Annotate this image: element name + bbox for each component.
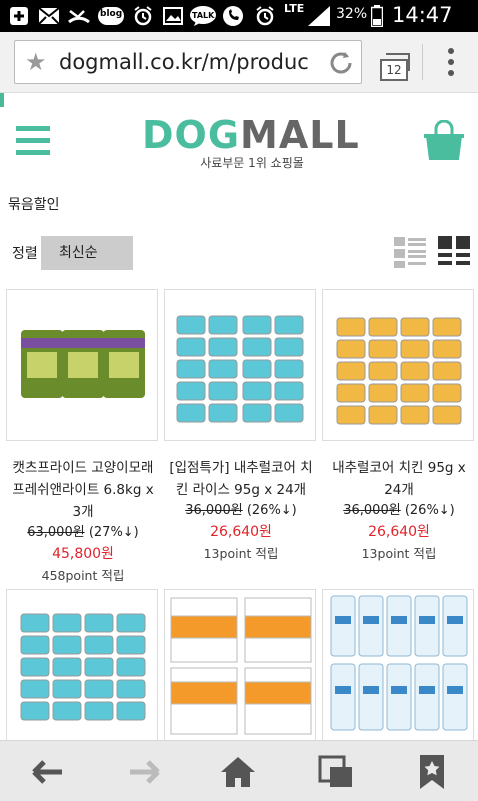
logo-dog-text: DOG — [142, 113, 241, 157]
talk-label: TALK — [192, 11, 215, 20]
points: 13point 적립 — [361, 546, 437, 561]
sale-price: 45,800원 — [52, 546, 114, 562]
product-image[interactable] — [6, 589, 158, 741]
network-type: LTE — [284, 2, 305, 15]
missed-call-icon — [68, 6, 90, 26]
reload-icon[interactable] — [327, 49, 355, 77]
original-price: 36,000원 — [343, 503, 401, 518]
alarm-icon — [132, 6, 154, 26]
back-arrow-icon[interactable] — [28, 755, 68, 789]
points: 13point 적립 — [203, 546, 279, 561]
product-name[interactable]: 캣츠프라이드 고양이모래 프레쉬앤라이트 6.8kg x 3개 — [6, 457, 160, 523]
toolbar-divider — [422, 44, 423, 80]
shopping-bag-icon[interactable] — [424, 119, 464, 162]
battery-percent: 32% — [336, 6, 368, 22]
product-image[interactable] — [322, 589, 474, 741]
product-image[interactable] — [6, 289, 158, 441]
browser-toolbar: ★ dogmall.co.kr/m/product_l 12 — [0, 32, 478, 93]
sort-label: 정렬 — [12, 246, 38, 262]
bookmarks-icon[interactable] — [412, 755, 452, 789]
url-text[interactable]: dogmall.co.kr/m/product_l — [59, 50, 309, 76]
discount-rate: (26%↓) — [246, 503, 297, 518]
alarm-icon — [254, 6, 276, 26]
product-name[interactable]: 내추럴코어 치킨 95g x 24개 — [322, 457, 476, 501]
signal-icon — [308, 6, 330, 26]
price-line: 36,000원 (26%↓) — [164, 499, 318, 518]
original-price: 63,000원 — [27, 525, 85, 540]
site-header: DOGMALL 사료부문 1위 쇼핑몰 — [0, 110, 478, 182]
product-name[interactable]: [입점특가] 내추럴코어 치킨 라이스 95g x 24개 — [164, 457, 318, 501]
browser-bottom-bar — [0, 740, 478, 801]
bookmark-star-icon[interactable]: ★ — [25, 49, 51, 75]
discount-rate: (26%↓) — [404, 503, 455, 518]
mail-icon — [38, 6, 60, 26]
tabs-button[interactable]: 12 — [374, 50, 410, 81]
grid-view-icon[interactable] — [438, 236, 470, 268]
hamburger-menu-icon[interactable] — [16, 126, 50, 158]
site-logo[interactable]: DOGMALL — [142, 113, 359, 157]
product-image[interactable] — [164, 289, 316, 441]
battery-icon — [370, 5, 384, 27]
url-field[interactable]: ★ dogmall.co.kr/m/product_l — [14, 40, 362, 84]
accent-strip — [0, 93, 4, 107]
tabs-grid-icon[interactable] — [316, 755, 356, 789]
original-price: 36,000원 — [185, 503, 243, 518]
section-title: 묶음할인 — [8, 197, 60, 213]
price-line: 36,000원 (26%↓) — [322, 499, 476, 518]
discount-rate: (27%↓) — [88, 525, 139, 540]
phone-icon — [222, 6, 244, 26]
sale-price: 26,640원 — [210, 524, 272, 540]
clock: 14:47 — [392, 3, 453, 27]
product-image[interactable] — [322, 289, 474, 441]
logo-mall-text: MALL — [240, 113, 360, 157]
home-icon[interactable] — [218, 755, 258, 789]
sort-select[interactable]: 최신순 — [41, 236, 133, 270]
price-line: 63,000원 (27%↓) — [6, 521, 160, 540]
tagline: 사료부문 1위 쇼핑몰 — [200, 156, 304, 170]
list-view-icon[interactable] — [394, 236, 426, 268]
blog-icon: blog — [98, 6, 124, 26]
gallery-icon — [162, 6, 184, 26]
status-bar: blog TALK LTE 32% 14:47 — [0, 0, 478, 32]
product-image[interactable] — [164, 589, 316, 741]
add-icon — [8, 6, 30, 26]
overflow-menu-icon[interactable] — [446, 44, 456, 84]
forward-arrow-icon[interactable] — [124, 755, 164, 789]
points: 458point 적립 — [41, 568, 125, 583]
tab-count: 12 — [380, 59, 408, 81]
talk-icon: TALK — [190, 6, 216, 26]
sale-price: 26,640원 — [368, 524, 430, 540]
blog-label: blog — [100, 9, 123, 19]
